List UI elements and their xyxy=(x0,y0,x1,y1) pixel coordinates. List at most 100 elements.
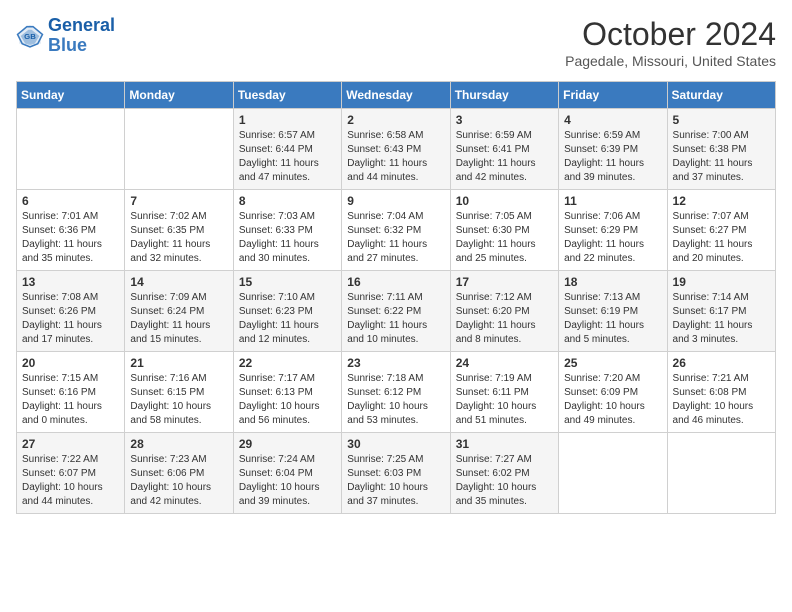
calendar-cell: 17 Sunrise: 7:12 AM Sunset: 6:20 PM Dayli… xyxy=(450,271,558,352)
calendar-cell: 8 Sunrise: 7:03 AM Sunset: 6:33 PM Daylig… xyxy=(233,190,341,271)
logo-blue: Blue xyxy=(48,35,87,55)
calendar-cell: 9Sunrise: 7:04 AM Sunset: 6:32 PM Daylig… xyxy=(342,190,450,271)
day-info: Sunrise: 7:18 AM Sunset: 6:12 PM Dayligh… xyxy=(347,372,444,428)
weekday-header: Wednesday xyxy=(342,82,450,109)
calendar-cell: 11Sunrise: 7:06 AM Sunset: 6:29 PM Dayli… xyxy=(559,190,667,271)
day-info: Sunrise: 7:02 AM Sunset: 6:35 PM Dayligh… xyxy=(130,210,227,266)
calendar-cell: 6 Sunrise: 7:01 AM Sunset: 6:36 PM Daylig… xyxy=(17,190,125,271)
logo: GB General Blue xyxy=(16,16,115,56)
calendar-cell: 22 Sunrise: 7:17 AM Sunset: 6:13 PM Dayli… xyxy=(233,352,341,433)
day-number: 23 xyxy=(347,356,444,370)
day-info: Sunrise: 7:13 AM Sunset: 6:19 PM Dayligh… xyxy=(564,291,661,347)
day-number: 7 xyxy=(130,194,227,208)
day-info: Sunrise: 7:24 AM Sunset: 6:04 PM Dayligh… xyxy=(239,453,336,509)
day-number: 16 xyxy=(347,275,444,289)
calendar-week-row: 6 Sunrise: 7:01 AM Sunset: 6:36 PM Daylig… xyxy=(17,190,776,271)
day-number: 29 xyxy=(239,437,336,451)
calendar-cell: 31 Sunrise: 7:27 AM Sunset: 6:02 PM Dayli… xyxy=(450,433,558,514)
day-number: 30 xyxy=(347,437,444,451)
page-header: GB General Blue October 2024 Pagedale, M… xyxy=(16,16,776,69)
calendar-cell: 30 Sunrise: 7:25 AM Sunset: 6:03 PM Dayli… xyxy=(342,433,450,514)
calendar-cell xyxy=(125,109,233,190)
month-title: October 2024 xyxy=(565,16,776,53)
day-info: Sunrise: 6:59 AM Sunset: 6:41 PM Dayligh… xyxy=(456,129,553,185)
day-number: 1 xyxy=(239,113,336,127)
day-number: 5 xyxy=(673,113,770,127)
day-number: 26 xyxy=(673,356,770,370)
day-number: 11 xyxy=(564,194,661,208)
day-number: 6 xyxy=(22,194,119,208)
day-info: Sunrise: 6:58 AM Sunset: 6:43 PM Dayligh… xyxy=(347,129,444,185)
calendar-cell xyxy=(667,433,775,514)
logo-icon: GB xyxy=(16,22,44,50)
calendar-cell: 27 Sunrise: 7:22 AM Sunset: 6:07 PM Dayli… xyxy=(17,433,125,514)
day-info: Sunrise: 6:59 AM Sunset: 6:39 PM Dayligh… xyxy=(564,129,661,185)
day-info: Sunrise: 6:57 AM Sunset: 6:44 PM Dayligh… xyxy=(239,129,336,185)
calendar-cell: 12 Sunrise: 7:07 AM Sunset: 6:27 PM Dayli… xyxy=(667,190,775,271)
calendar-cell: 14Sunrise: 7:09 AM Sunset: 6:24 PM Dayli… xyxy=(125,271,233,352)
weekday-header: Thursday xyxy=(450,82,558,109)
calendar-cell: 28 Sunrise: 7:23 AM Sunset: 6:06 PM Dayli… xyxy=(125,433,233,514)
calendar-cell: 26Sunrise: 7:21 AM Sunset: 6:08 PM Dayli… xyxy=(667,352,775,433)
day-info: Sunrise: 7:15 AM Sunset: 6:16 PM Dayligh… xyxy=(22,372,119,428)
weekday-header: Saturday xyxy=(667,82,775,109)
day-info: Sunrise: 7:25 AM Sunset: 6:03 PM Dayligh… xyxy=(347,453,444,509)
day-number: 17 xyxy=(456,275,553,289)
calendar-cell: 23 Sunrise: 7:18 AM Sunset: 6:12 PM Dayli… xyxy=(342,352,450,433)
day-number: 14 xyxy=(130,275,227,289)
day-number: 13 xyxy=(22,275,119,289)
weekday-header: Friday xyxy=(559,82,667,109)
day-number: 15 xyxy=(239,275,336,289)
day-number: 8 xyxy=(239,194,336,208)
day-number: 31 xyxy=(456,437,553,451)
day-number: 4 xyxy=(564,113,661,127)
day-info: Sunrise: 7:23 AM Sunset: 6:06 PM Dayligh… xyxy=(130,453,227,509)
calendar-cell: 13Sunrise: 7:08 AM Sunset: 6:26 PM Dayli… xyxy=(17,271,125,352)
day-info: Sunrise: 7:16 AM Sunset: 6:15 PM Dayligh… xyxy=(130,372,227,428)
day-number: 22 xyxy=(239,356,336,370)
calendar-cell: 18Sunrise: 7:13 AM Sunset: 6:19 PM Dayli… xyxy=(559,271,667,352)
weekday-header: Sunday xyxy=(17,82,125,109)
day-info: Sunrise: 7:22 AM Sunset: 6:07 PM Dayligh… xyxy=(22,453,119,509)
calendar-cell: 1 Sunrise: 6:57 AM Sunset: 6:44 PM Daylig… xyxy=(233,109,341,190)
day-number: 10 xyxy=(456,194,553,208)
logo-text: General Blue xyxy=(48,16,115,56)
day-info: Sunrise: 7:20 AM Sunset: 6:09 PM Dayligh… xyxy=(564,372,661,428)
calendar-cell xyxy=(559,433,667,514)
calendar-week-row: 20 Sunrise: 7:15 AM Sunset: 6:16 PM Dayli… xyxy=(17,352,776,433)
calendar-cell: 10 Sunrise: 7:05 AM Sunset: 6:30 PM Dayli… xyxy=(450,190,558,271)
title-block: October 2024 Pagedale, Missouri, United … xyxy=(565,16,776,69)
calendar-cell: 24 Sunrise: 7:19 AM Sunset: 6:11 PM Dayli… xyxy=(450,352,558,433)
calendar-cell: 5Sunrise: 7:00 AM Sunset: 6:38 PM Daylig… xyxy=(667,109,775,190)
day-info: Sunrise: 7:11 AM Sunset: 6:22 PM Dayligh… xyxy=(347,291,444,347)
calendar-table: SundayMondayTuesdayWednesdayThursdayFrid… xyxy=(16,81,776,514)
day-info: Sunrise: 7:27 AM Sunset: 6:02 PM Dayligh… xyxy=(456,453,553,509)
day-number: 2 xyxy=(347,113,444,127)
calendar-cell: 15Sunrise: 7:10 AM Sunset: 6:23 PM Dayli… xyxy=(233,271,341,352)
day-info: Sunrise: 7:17 AM Sunset: 6:13 PM Dayligh… xyxy=(239,372,336,428)
day-info: Sunrise: 7:19 AM Sunset: 6:11 PM Dayligh… xyxy=(456,372,553,428)
day-info: Sunrise: 7:07 AM Sunset: 6:27 PM Dayligh… xyxy=(673,210,770,266)
day-number: 28 xyxy=(130,437,227,451)
day-number: 20 xyxy=(22,356,119,370)
day-info: Sunrise: 7:01 AM Sunset: 6:36 PM Dayligh… xyxy=(22,210,119,266)
calendar-week-row: 1 Sunrise: 6:57 AM Sunset: 6:44 PM Daylig… xyxy=(17,109,776,190)
logo-general: General xyxy=(48,15,115,35)
calendar-week-row: 27 Sunrise: 7:22 AM Sunset: 6:07 PM Dayli… xyxy=(17,433,776,514)
day-number: 27 xyxy=(22,437,119,451)
calendar-cell: 4 Sunrise: 6:59 AM Sunset: 6:39 PM Daylig… xyxy=(559,109,667,190)
day-info: Sunrise: 7:03 AM Sunset: 6:33 PM Dayligh… xyxy=(239,210,336,266)
day-number: 24 xyxy=(456,356,553,370)
day-info: Sunrise: 7:12 AM Sunset: 6:20 PM Dayligh… xyxy=(456,291,553,347)
day-info: Sunrise: 7:05 AM Sunset: 6:30 PM Dayligh… xyxy=(456,210,553,266)
day-number: 12 xyxy=(673,194,770,208)
calendar-cell: 19Sunrise: 7:14 AM Sunset: 6:17 PM Dayli… xyxy=(667,271,775,352)
day-number: 21 xyxy=(130,356,227,370)
calendar-cell: 25Sunrise: 7:20 AM Sunset: 6:09 PM Dayli… xyxy=(559,352,667,433)
calendar-cell: 21 Sunrise: 7:16 AM Sunset: 6:15 PM Dayli… xyxy=(125,352,233,433)
calendar-cell: 16 Sunrise: 7:11 AM Sunset: 6:22 PM Dayli… xyxy=(342,271,450,352)
weekday-header: Tuesday xyxy=(233,82,341,109)
calendar-cell: 20 Sunrise: 7:15 AM Sunset: 6:16 PM Dayli… xyxy=(17,352,125,433)
svg-text:GB: GB xyxy=(24,32,36,41)
calendar-cell: 7 Sunrise: 7:02 AM Sunset: 6:35 PM Daylig… xyxy=(125,190,233,271)
